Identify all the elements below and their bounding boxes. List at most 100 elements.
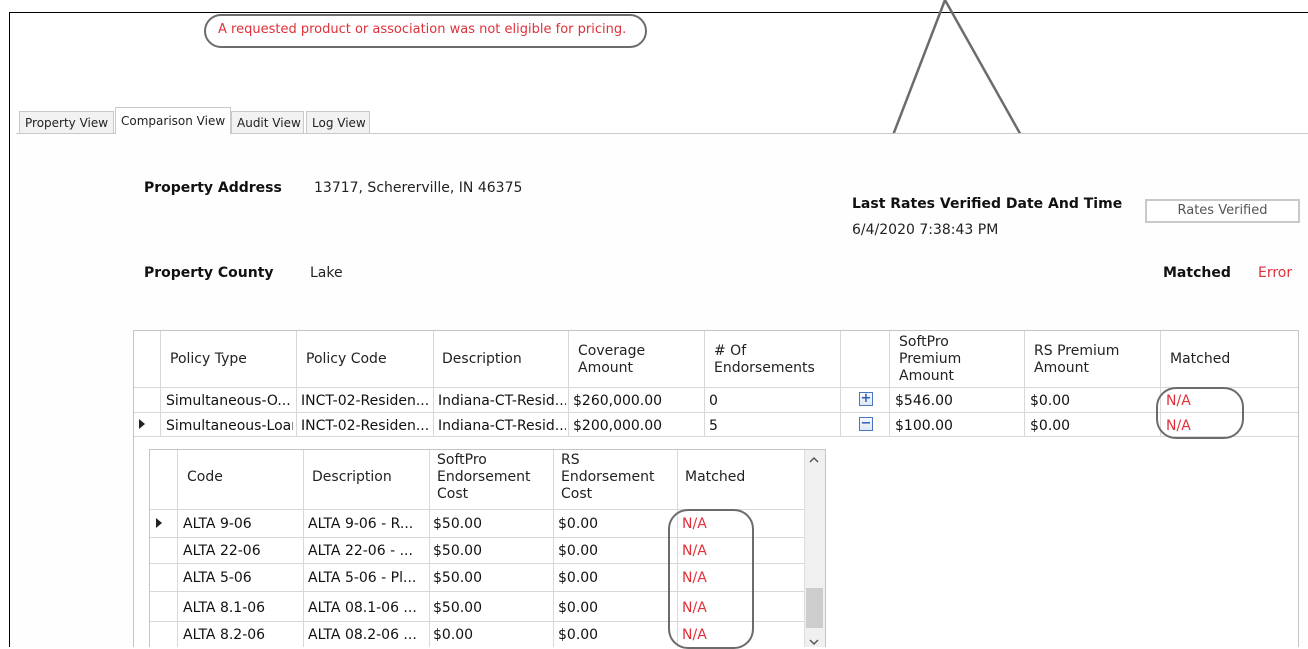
subheader-rs-line1: RS	[561, 452, 580, 468]
tab-audit-view[interactable]: Audit View	[231, 111, 304, 133]
endorsement-row5-softpro[interactable]: $0.00	[433, 627, 473, 643]
grid-col-divider	[840, 331, 841, 436]
header-coverage-amount[interactable]: Coverage Amount	[578, 343, 645, 377]
subheader-description[interactable]: Description	[312, 469, 392, 486]
subheader-softpro-line3: Cost	[437, 486, 469, 502]
header-softpro-premium[interactable]: SoftPro Premium Amount	[899, 334, 961, 385]
matched-label: Matched	[1163, 265, 1231, 281]
chevron-up-icon[interactable]	[808, 455, 820, 465]
row1-coverage[interactable]: $260,000.00	[573, 393, 662, 409]
grid-col-divider	[296, 331, 297, 436]
header-description[interactable]: Description	[442, 351, 522, 368]
endorsement-row4-softpro[interactable]: $50.00	[433, 600, 482, 616]
endorsement-row3-code[interactable]: ALTA 5-06	[183, 570, 252, 586]
property-address-label: Property Address	[144, 180, 282, 196]
row1-softpro-premium[interactable]: $546.00	[895, 393, 953, 409]
endorsement-row1-code[interactable]: ALTA 9-06	[183, 516, 252, 532]
row1-endorsements[interactable]: 0	[709, 393, 718, 409]
row-selector-icon	[139, 419, 145, 429]
subheader-rs-cost[interactable]: RS Endorsement Cost	[561, 452, 654, 503]
last-verified-label: Last Rates Verified Date And Time	[852, 196, 1123, 212]
header-softpro-line1: SoftPro	[899, 334, 949, 350]
header-coverage-line2: Amount	[578, 360, 634, 376]
tab-log-view[interactable]: Log View	[306, 111, 370, 133]
subheader-softpro-line1: SoftPro	[437, 452, 487, 468]
rates-verified-button[interactable]: Rates Verified	[1145, 199, 1300, 223]
subheader-softpro-line2: Endorsement	[437, 469, 531, 485]
grid-col-divider	[1024, 331, 1025, 436]
row2-description[interactable]: Indiana-CT-Resid...	[438, 418, 566, 434]
subheader-matched[interactable]: Matched	[685, 469, 745, 486]
scrollbar-thumb[interactable]	[806, 588, 823, 628]
endorsement-row1-rs[interactable]: $0.00	[558, 516, 598, 532]
grid-row-divider	[134, 436, 1298, 437]
grid-col-divider	[889, 331, 890, 436]
row1-policy-code[interactable]: INCT-02-Residen...	[301, 393, 431, 409]
subheader-softpro-cost[interactable]: SoftPro Endorsement Cost	[437, 452, 530, 503]
endorsement-row4-description[interactable]: ALTA 08.1-06 ...	[308, 600, 428, 616]
subgrid-col-divider	[177, 450, 178, 647]
property-county-value: Lake	[310, 265, 343, 281]
matched-highlight-oval	[1156, 387, 1244, 439]
endorsement-row5-description[interactable]: ALTA 08.2-06 ...	[308, 627, 428, 643]
endorsement-row2-description[interactable]: ALTA 22-06 - ...	[308, 543, 428, 559]
grid-header-divider	[134, 387, 1298, 388]
grid-col-divider	[160, 331, 161, 436]
header-softpro-line3: Amount	[899, 368, 955, 384]
property-address-value: 13717, Schererville, IN 46375	[314, 180, 523, 196]
subgrid-col-divider	[303, 450, 304, 647]
header-rs-premium[interactable]: RS Premium Amount	[1034, 343, 1119, 377]
subheader-code[interactable]: Code	[187, 469, 223, 486]
pricing-warning-message: A requested product or association was n…	[218, 22, 627, 37]
subgrid-col-divider	[429, 450, 430, 647]
row1-description[interactable]: Indiana-CT-Resid...	[438, 393, 566, 409]
grid-row-divider	[134, 412, 1298, 413]
endorsement-row5-code[interactable]: ALTA 8.2-06	[183, 627, 265, 643]
row-selector-icon	[156, 518, 162, 528]
endorsement-row4-code[interactable]: ALTA 8.1-06	[183, 600, 265, 616]
header-softpro-line2: Premium	[899, 351, 962, 367]
endorsement-row2-rs[interactable]: $0.00	[558, 543, 598, 559]
minus-icon[interactable]: −	[859, 417, 873, 431]
grid-col-divider	[704, 331, 705, 436]
subheader-rs-line2: Endorsement	[561, 469, 655, 485]
row2-softpro-premium[interactable]: $100.00	[895, 418, 953, 434]
grid-col-divider	[433, 331, 434, 436]
endorsement-row4-rs[interactable]: $0.00	[558, 600, 598, 616]
header-endorsement-count[interactable]: # Of Endorsements	[714, 343, 815, 377]
endorsement-row5-rs[interactable]: $0.00	[558, 627, 598, 643]
tab-comparison-view[interactable]: Comparison View	[115, 107, 231, 134]
row1-rs-premium[interactable]: $0.00	[1030, 393, 1070, 409]
subheader-rs-line3: Cost	[561, 486, 593, 502]
row2-rs-premium[interactable]: $0.00	[1030, 418, 1070, 434]
endorsement-matched-highlight-oval	[668, 509, 754, 649]
header-coverage-line1: Coverage	[578, 343, 646, 359]
endorsement-row1-description[interactable]: ALTA 9-06 - R...	[308, 516, 428, 532]
header-matched[interactable]: Matched	[1170, 351, 1230, 368]
plus-icon[interactable]: +	[859, 392, 873, 406]
row2-endorsements[interactable]: 5	[709, 418, 718, 434]
row1-policy-type[interactable]: Simultaneous-O...	[166, 393, 293, 409]
tab-property-view[interactable]: Property View	[19, 111, 114, 133]
endorsement-row1-softpro[interactable]: $50.00	[433, 516, 482, 532]
matched-status-error: Error	[1258, 265, 1293, 281]
header-policy-code[interactable]: Policy Code	[306, 351, 387, 368]
row2-coverage[interactable]: $200,000.00	[573, 418, 662, 434]
endorsement-row3-softpro[interactable]: $50.00	[433, 570, 482, 586]
endorsement-row2-softpro[interactable]: $50.00	[433, 543, 482, 559]
header-policy-type[interactable]: Policy Type	[170, 351, 247, 368]
endorsement-row2-code[interactable]: ALTA 22-06	[183, 543, 261, 559]
header-endorse-line1: # Of	[714, 343, 747, 359]
property-county-label: Property County	[144, 265, 274, 281]
last-verified-value: 6/4/2020 7:38:43 PM	[852, 222, 999, 238]
row2-policy-type[interactable]: Simultaneous-Loan	[166, 418, 293, 434]
grid-col-divider	[568, 331, 569, 436]
header-endorse-line2: Endorsements	[714, 360, 815, 376]
endorsement-row3-rs[interactable]: $0.00	[558, 570, 598, 586]
subgrid-col-divider	[553, 450, 554, 647]
header-rs-line2: Amount	[1034, 360, 1090, 376]
chevron-down-icon[interactable]	[808, 637, 820, 647]
row2-policy-code[interactable]: INCT-02-Residen...	[301, 418, 431, 434]
endorsement-row3-description[interactable]: ALTA 5-06 - Pl...	[308, 570, 428, 586]
header-rs-line1: RS Premium	[1034, 343, 1120, 359]
